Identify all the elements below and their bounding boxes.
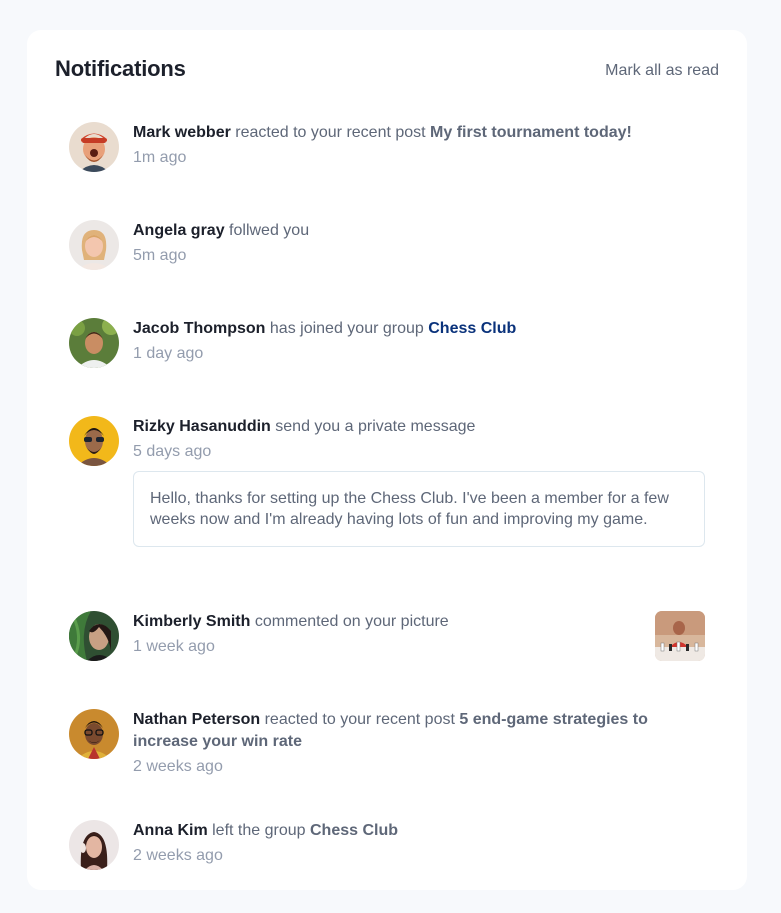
avatar[interactable] [69,318,119,368]
timestamp: 5 days ago [133,443,212,460]
notification-content: Nathan Peterson reacted to your recent p… [133,709,705,778]
notification-content: Jacob Thompson has joined your group Che… [133,318,705,365]
avatar[interactable] [69,220,119,270]
avatar[interactable] [69,820,119,870]
avatar[interactable] [69,709,119,759]
notification-content: Anna Kim left the group Chess Club 2 wee… [133,820,705,867]
notification-action: follwed you [229,222,310,239]
notifications-header: Notifications Mark all as read [55,56,719,84]
notifications-card: Notifications Mark all as read Mark webb… [27,30,747,890]
page-title: Notifications [55,56,186,81]
notification-text: Rizky Hasanuddin send you a private mess… [133,416,705,438]
mark-all-as-read-button[interactable]: Mark all as read [605,62,719,80]
user-name-link[interactable]: Jacob Thompson [133,320,265,337]
avatar[interactable] [69,122,119,172]
group-link[interactable]: Chess Club [428,320,516,337]
notification-text: Anna Kim left the group Chess Club [133,820,705,842]
timestamp: 2 weeks ago [133,847,223,864]
notification-content: Rizky Hasanuddin send you a private mess… [133,416,705,547]
notification-text: Jacob Thompson has joined your group Che… [133,318,705,340]
user-name-link[interactable]: Angela gray [133,222,225,239]
commented-picture-thumbnail[interactable] [655,611,705,661]
user-name-link[interactable]: Nathan Peterson [133,711,260,728]
notification-content: Kimberly Smith commented on your picture… [133,611,705,661]
post-link[interactable]: My first tournament today! [430,124,632,141]
timestamp: 1m ago [133,149,187,166]
avatar[interactable] [69,611,119,661]
notification-action: left the group [212,822,306,839]
notification-text: Angela gray follwed you [133,220,705,242]
timestamp: 1 day ago [133,345,204,362]
notification-text: Nathan Peterson reacted to your recent p… [133,709,705,753]
user-name-link[interactable]: Kimberly Smith [133,613,250,630]
group-link[interactable]: Chess Club [310,822,398,839]
notification-action: has joined your group [269,320,424,337]
notification-action: commented on your picture [254,613,449,630]
notification-content: Angela gray follwed you 5m ago [133,220,705,267]
avatar[interactable] [69,416,119,466]
user-name-link[interactable]: Rizky Hasanuddin [133,418,271,435]
timestamp: 2 weeks ago [133,758,223,775]
notification-text: Mark webber reacted to your recent post … [133,122,705,144]
notification-content: Mark webber reacted to your recent post … [133,122,705,169]
notification-action: send you a private message [275,418,476,435]
timestamp: 1 week ago [133,638,215,655]
user-name-link[interactable]: Mark webber [133,124,231,141]
user-name-link[interactable]: Anna Kim [133,822,208,839]
private-message[interactable]: Hello, thanks for setting up the Chess C… [133,471,705,547]
timestamp: 5m ago [133,247,187,264]
notification-text: Kimberly Smith commented on your picture [133,611,705,633]
notification-action: reacted to your recent post [264,711,455,728]
notification-action: reacted to your recent post [235,124,426,141]
